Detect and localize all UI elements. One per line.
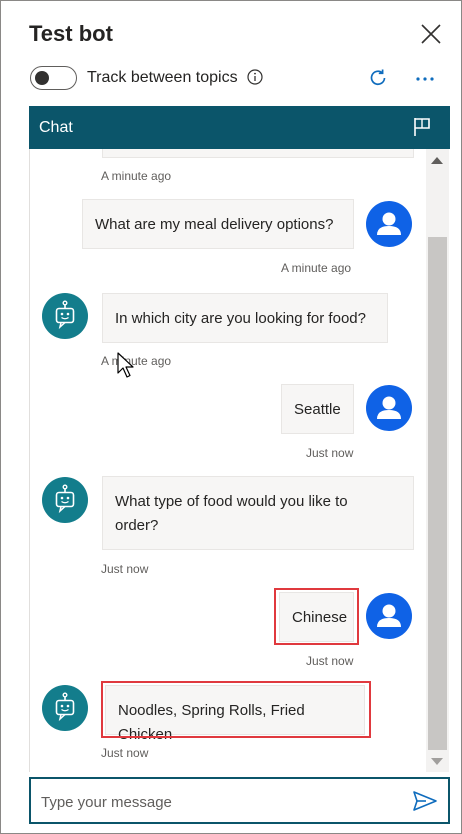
message-input-box[interactable] [29,777,450,824]
message-timestamp: Just now [306,654,354,668]
bot-avatar [42,477,88,523]
refresh-icon[interactable] [367,67,389,89]
message-timestamp: Just now [306,446,354,460]
message-input[interactable] [41,791,401,813]
close-icon[interactable] [419,22,443,46]
scroll-thumb[interactable] [428,237,447,750]
more-icon[interactable] [414,68,436,90]
user-avatar [366,201,412,247]
highlight-box [274,588,359,645]
message-timestamp: A minute ago [281,261,352,275]
info-icon[interactable] [247,69,263,85]
highlight-box [101,681,371,738]
message-timestamp: Just now [101,746,149,760]
track-topics-toggle[interactable] [30,66,77,90]
user-icon [377,604,401,627]
bot-message-bubble [102,149,414,158]
panel-title: Test bot [29,21,113,46]
scroll-down-arrow[interactable] [431,758,443,765]
mouse-cursor-icon [117,352,137,382]
user-icon [377,396,401,419]
bot-message-bubble: In which city are you looking for food? [102,293,388,343]
toggle-knob [35,71,49,85]
bot-icon [55,692,75,722]
track-topics-label: Track between topics [87,69,238,86]
chat-header-label: Chat [39,119,73,136]
send-icon[interactable] [412,790,438,812]
bot-avatar [42,293,88,339]
bot-avatar [42,685,88,731]
user-avatar [366,385,412,431]
user-avatar [366,593,412,639]
user-icon [377,212,401,235]
chat-scrollbar[interactable] [426,149,449,772]
bot-icon [55,300,75,330]
user-message-bubble: What are my meal delivery options? [82,199,354,249]
flag-icon[interactable] [411,116,433,138]
message-timestamp: A minute ago [101,169,172,183]
bot-message-bubble: What type of food would you like to orde… [102,476,414,550]
user-message-bubble: Seattle [281,384,354,434]
bot-icon [55,484,75,514]
chat-transcript[interactable]: A minute ago What are my meal delivery o… [29,149,450,772]
message-timestamp: Just now [101,562,149,576]
scroll-up-arrow[interactable] [431,157,443,164]
chat-header: Chat [29,106,450,149]
